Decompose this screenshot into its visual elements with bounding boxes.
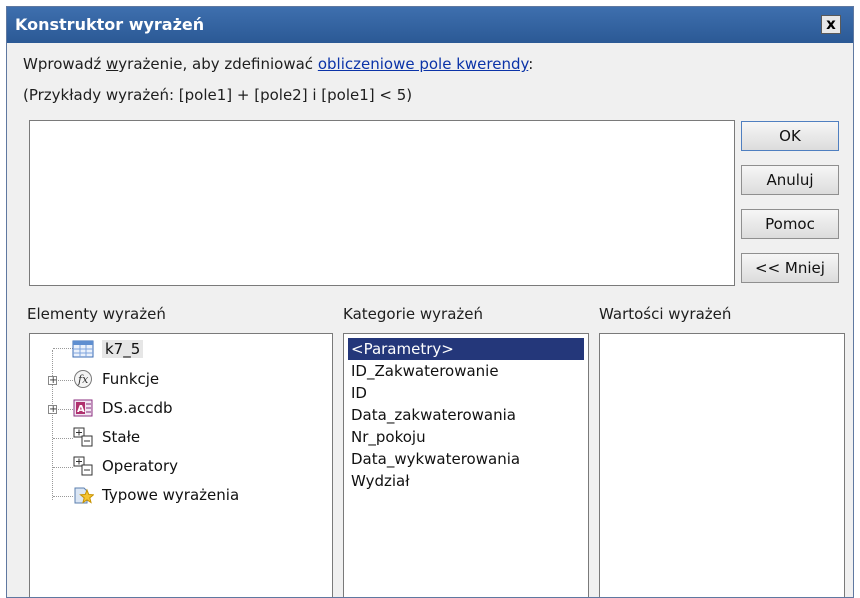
tree-connector-line xyxy=(53,496,73,497)
dialog-title: Konstruktor wyrażeń xyxy=(15,15,205,34)
operators-icon xyxy=(73,456,93,476)
tree-item-label: DS.accdb xyxy=(102,399,173,417)
common-expressions-icon xyxy=(74,487,94,504)
expression-input[interactable] xyxy=(29,120,735,286)
instruction-text-prefix: Wprowadź xyxy=(23,55,106,73)
categories-panel-header: Kategorie wyrażeń xyxy=(343,305,484,323)
expand-icon[interactable]: + xyxy=(48,376,57,386)
title-bar[interactable]: Konstruktor wyrażeń x xyxy=(7,7,853,43)
instruction-text: yrażenie, aby zdefiniować xyxy=(118,55,318,73)
expression-builder-dialog: Konstruktor wyrażeń x Wprowadź wyrażenie… xyxy=(6,6,854,598)
tree-connector-line xyxy=(53,348,73,349)
expression-categories-list[interactable]: <Parametry> ID_Zakwaterowanie ID Data_za… xyxy=(343,333,589,597)
constants-icon xyxy=(73,427,93,447)
category-item[interactable]: ID_Zakwaterowanie xyxy=(348,360,502,382)
svg-text:A: A xyxy=(77,404,85,415)
values-panel-header: Wartości wyrażeń xyxy=(599,305,732,323)
instruction-line-2: (Przykłady wyrażeń: [pole1] + [pole2] i … xyxy=(23,86,413,104)
close-button[interactable]: x xyxy=(821,15,841,34)
tree-item-label: k7_5 xyxy=(102,340,144,358)
instruction-colon: : xyxy=(528,55,534,73)
category-item[interactable]: <Parametry> xyxy=(348,338,584,360)
category-item[interactable]: Wydział xyxy=(348,470,412,492)
elements-panel-header: Elementy wyrażeń xyxy=(27,305,166,323)
expression-values-list[interactable] xyxy=(599,333,845,597)
ok-button[interactable]: OK xyxy=(741,121,839,151)
category-item[interactable]: Nr_pokoju xyxy=(348,426,429,448)
query-table-icon xyxy=(72,340,94,358)
calculated-field-link[interactable]: obliczeniowe pole kwerendy xyxy=(318,55,528,73)
category-item[interactable]: Data_zakwaterowania xyxy=(348,404,519,426)
help-button[interactable]: Pomoc xyxy=(741,209,839,239)
category-item[interactable]: Data_wykwaterowania xyxy=(348,448,523,470)
tree-connector-line xyxy=(52,350,53,500)
category-item[interactable]: ID xyxy=(348,382,370,404)
tree-item-label: Funkcje xyxy=(102,370,160,388)
tree-item-label: Stałe xyxy=(102,428,141,446)
expression-elements-tree[interactable]: k7_5 + fx Funkcje + A DS.accdb Stałe Ope… xyxy=(29,333,333,597)
instruction-accelerator: w xyxy=(106,55,119,73)
instruction-line-1: Wprowadź wyrażenie, aby zdefiniować obli… xyxy=(23,55,533,73)
less-button[interactable]: << Mniej xyxy=(741,253,839,283)
svg-text:fx: fx xyxy=(77,373,89,386)
cancel-button[interactable]: Anuluj xyxy=(741,165,839,195)
tree-connector-line xyxy=(53,467,73,468)
expand-icon[interactable]: + xyxy=(48,405,57,415)
tree-connector-line xyxy=(53,438,73,439)
tree-item-label: Typowe wyrażenia xyxy=(102,486,240,504)
database-icon: A xyxy=(73,399,93,417)
tree-item-label: Operatory xyxy=(102,457,179,475)
function-icon: fx xyxy=(74,370,92,388)
